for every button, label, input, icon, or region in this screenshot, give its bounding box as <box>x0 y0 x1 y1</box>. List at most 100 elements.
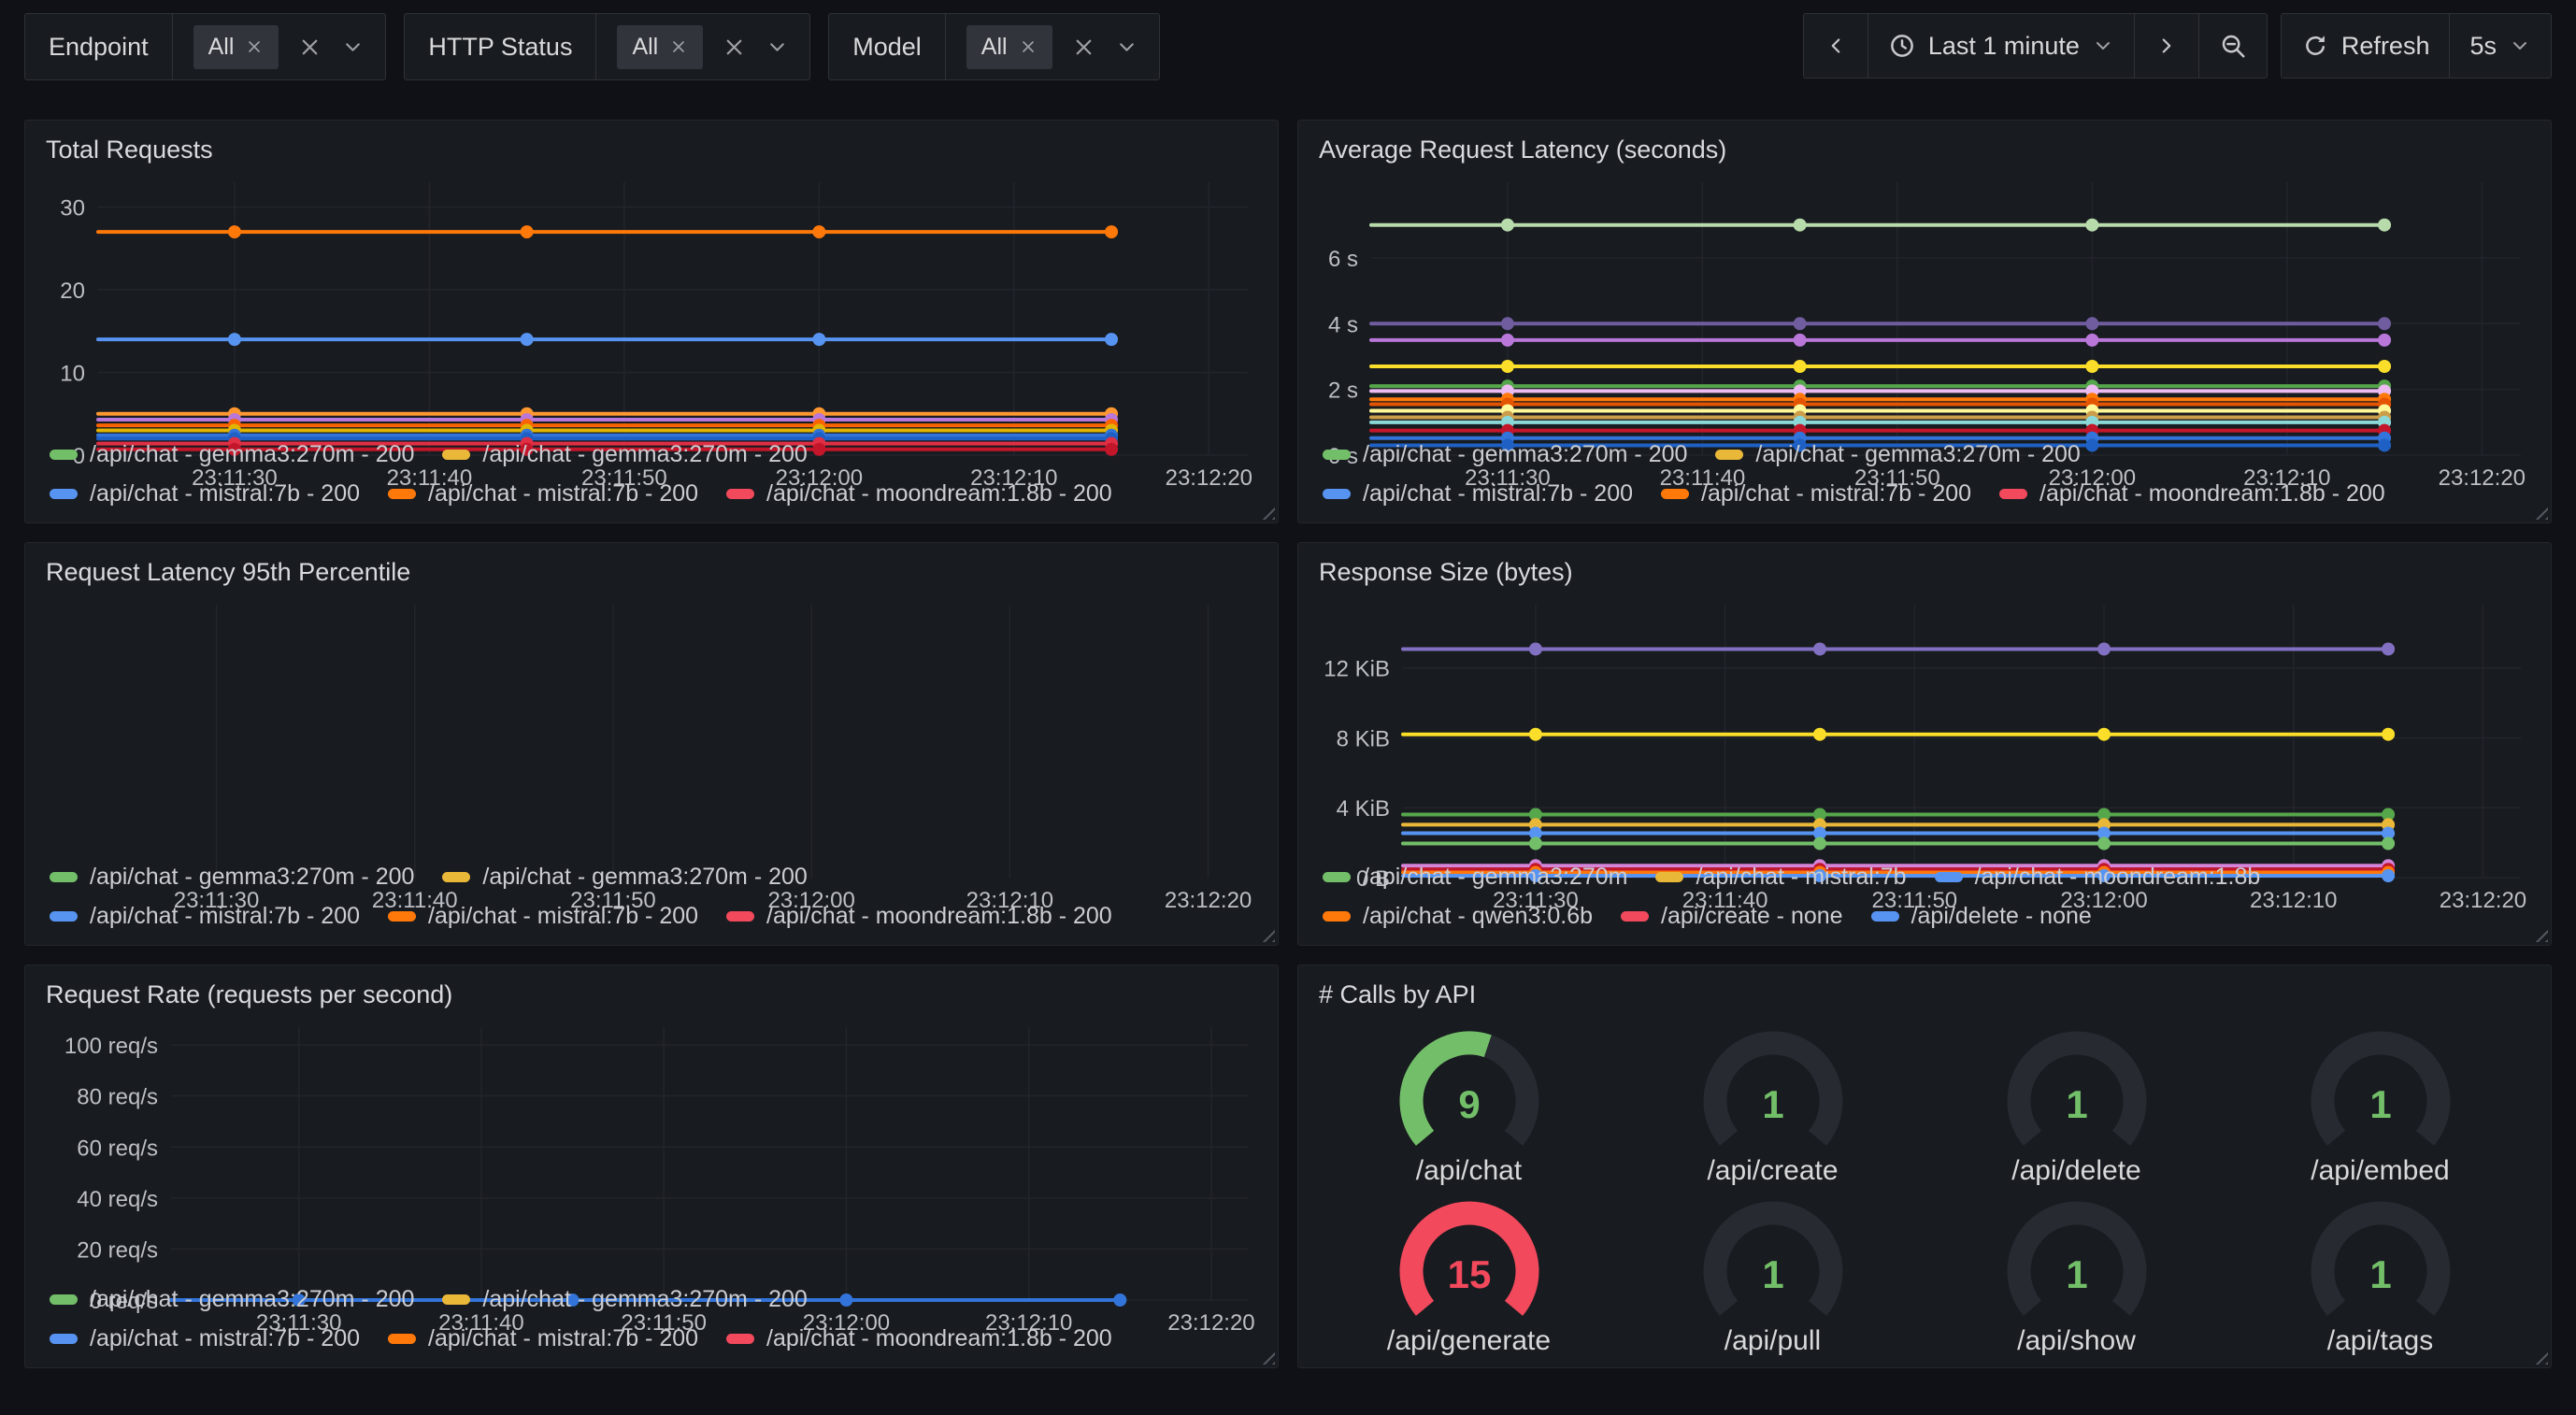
filter-label: Model <box>829 14 946 79</box>
time-back-button[interactable] <box>1804 14 1868 78</box>
legend-marker <box>388 489 416 499</box>
legend-row: /api/chat - gemma3:270m /api/chat - mist… <box>1323 864 2526 891</box>
legend-item[interactable]: /api/chat - moondream:1.8b - 200 <box>1999 480 2385 507</box>
clear-icon[interactable] <box>722 35 747 60</box>
legend-item[interactable]: /api/chat - mistral:7b - 200 <box>50 903 360 930</box>
legend-item[interactable]: /api/chat - mistral:7b - 200 <box>50 1325 360 1352</box>
gauge-arc: 15 <box>1376 1189 1563 1325</box>
chip-remove-icon[interactable] <box>1019 37 1038 56</box>
filter-chip[interactable]: All <box>193 25 279 69</box>
panel-title[interactable]: Response Size (bytes) <box>1317 549 2532 592</box>
legend-item[interactable]: /api/chat - moondream:1.8b - 200 <box>726 480 1112 507</box>
panel-title[interactable]: Total Requests <box>44 126 1259 169</box>
clear-icon[interactable] <box>297 35 322 60</box>
svg-text:4 s: 4 s <box>1328 312 1358 337</box>
svg-text:30: 30 <box>60 196 85 222</box>
legend-item[interactable]: /api/chat - mistral:7b - 200 <box>388 903 698 930</box>
svg-text:12 KiB: 12 KiB <box>1324 657 1390 682</box>
chip-remove-icon[interactable] <box>245 37 264 56</box>
legend-marker <box>50 1334 78 1344</box>
chevron-right-icon <box>2154 34 2179 58</box>
legend-item[interactable]: /api/chat - mistral:7b - 200 <box>388 1325 698 1352</box>
legend-item[interactable]: /api/chat - gemma3:270m <box>1323 864 1627 891</box>
chip-remove-icon[interactable] <box>669 37 688 56</box>
legend: /api/chat - gemma3:270m - 200 /api/chat … <box>44 430 1259 513</box>
legend-marker <box>726 489 754 499</box>
chart-canvas[interactable]: 23:11:3023:11:4023:11:5023:12:0023:12:10… <box>44 169 1259 430</box>
chevron-down-icon[interactable] <box>766 36 789 59</box>
panel-calls-by-api: # Calls by API 9 /api/chat 1 /api/create… <box>1297 965 2552 1368</box>
legend-item[interactable]: /api/chat - gemma3:270m - 200 <box>50 1286 414 1313</box>
panel-title[interactable]: Average Request Latency (seconds) <box>1317 126 2532 169</box>
legend-label: /api/chat - gemma3:270m - 200 <box>1363 441 1687 468</box>
legend-item[interactable]: /api/delete - none <box>1871 903 2092 930</box>
time-range-button[interactable]: Last 1 minute <box>1868 14 2134 78</box>
gauge: 1 /api/show <box>1983 1189 2170 1357</box>
legend-item[interactable]: /api/chat - moondream:1.8b <box>1935 864 2261 891</box>
legend-label: /api/chat - gemma3:270m - 200 <box>90 864 414 891</box>
panel-title[interactable]: Request Rate (requests per second) <box>44 971 1259 1014</box>
variable-filter[interactable]: HTTP Status All <box>404 13 810 80</box>
legend-item[interactable]: /api/chat - gemma3:270m - 200 <box>50 441 414 468</box>
variable-filter[interactable]: Model All <box>828 13 1159 80</box>
gauge: 1 /api/delete <box>1983 1019 2170 1187</box>
time-forward-button[interactable] <box>2134 14 2198 78</box>
legend-item[interactable]: /api/create - none <box>1621 903 1843 930</box>
filter-value[interactable]: All <box>173 14 386 79</box>
gauge-arc: 1 <box>2287 1189 2474 1325</box>
gauge-label: /api/tags <box>2327 1325 2433 1357</box>
legend-row: /api/chat - mistral:7b - 200 /api/chat -… <box>1323 480 2526 507</box>
legend-label: /api/chat - gemma3:270m - 200 <box>90 1286 414 1313</box>
legend-marker <box>442 1294 470 1305</box>
panel-title[interactable]: Request Latency 95th Percentile <box>44 549 1259 592</box>
legend-row: /api/chat - mistral:7b - 200 /api/chat -… <box>50 480 1253 507</box>
resize-handle[interactable] <box>1256 1346 1275 1365</box>
legend-item[interactable]: /api/chat - gemma3:270m - 200 <box>50 864 414 891</box>
refresh-interval-dropdown[interactable]: 5s <box>2449 14 2551 78</box>
chart-canvas[interactable]: 23:11:3023:11:4023:11:5023:12:0023:12:10… <box>44 592 1259 852</box>
resize-handle[interactable] <box>1256 923 1275 942</box>
variable-filter[interactable]: Endpoint All <box>24 13 386 80</box>
legend-item[interactable]: /api/chat - gemma3:270m - 200 <box>442 1286 807 1313</box>
zoom-out-button[interactable] <box>2198 14 2267 78</box>
resize-handle[interactable] <box>2529 1346 2548 1365</box>
filter-value[interactable]: All <box>596 14 809 79</box>
chevron-left-icon <box>1824 34 1848 58</box>
legend-item[interactable]: /api/chat - gemma3:270m - 200 <box>1323 441 1687 468</box>
legend-item[interactable]: /api/chat - moondream:1.8b - 200 <box>726 903 1112 930</box>
filter-chip[interactable]: All <box>966 25 1052 69</box>
chart-canvas[interactable]: 23:11:3023:11:4023:11:5023:12:0023:12:10… <box>1317 592 2532 852</box>
resize-handle[interactable] <box>1256 501 1275 520</box>
panel-title[interactable]: # Calls by API <box>1317 971 2532 1014</box>
gauge-label: /api/create <box>1707 1155 1838 1187</box>
chart-canvas[interactable]: 23:11:3023:11:4023:11:5023:12:0023:12:10… <box>44 1014 1259 1275</box>
legend-item[interactable]: /api/chat - mistral:7b - 200 <box>50 480 360 507</box>
filter-chip[interactable]: All <box>617 25 703 69</box>
legend-marker <box>388 1334 416 1344</box>
gauge-value: 1 <box>2369 1252 2391 1296</box>
legend-item[interactable]: /api/chat - mistral:7b - 200 <box>1661 480 1971 507</box>
legend-item[interactable]: /api/chat - moondream:1.8b - 200 <box>726 1325 1112 1352</box>
legend-item[interactable]: /api/chat - mistral:7b <box>1655 864 1906 891</box>
resize-handle[interactable] <box>2529 501 2548 520</box>
legend-item[interactable]: /api/chat - gemma3:270m - 200 <box>1715 441 2080 468</box>
legend-item[interactable]: /api/chat - mistral:7b - 200 <box>388 480 698 507</box>
refresh-button[interactable]: Refresh <box>2282 14 2450 78</box>
legend-marker <box>1621 911 1649 922</box>
svg-text:10: 10 <box>60 362 85 387</box>
clear-icon[interactable] <box>1071 35 1096 60</box>
time-picker-group: Last 1 minute <box>1803 13 2268 79</box>
legend-item[interactable]: /api/chat - mistral:7b - 200 <box>1323 480 1633 507</box>
panel-grid: Total Requests 23:11:3023:11:4023:11:502… <box>24 120 2552 1368</box>
legend-label: /api/chat - moondream:1.8b <box>1975 864 2261 891</box>
legend-item[interactable]: /api/chat - qwen3:0.6b <box>1323 903 1593 930</box>
chevron-down-icon[interactable] <box>341 36 365 59</box>
legend-item[interactable]: /api/chat - gemma3:270m - 200 <box>442 864 807 891</box>
filter-value[interactable]: All <box>946 14 1159 79</box>
resize-handle[interactable] <box>2529 923 2548 942</box>
chevron-down-icon[interactable] <box>1115 36 1138 59</box>
chart-canvas[interactable]: 23:11:3023:11:4023:11:5023:12:0023:12:10… <box>1317 169 2532 430</box>
legend-item[interactable]: /api/chat - gemma3:270m - 200 <box>442 441 807 468</box>
svg-text:6 s: 6 s <box>1328 247 1358 272</box>
gauge-arc: 1 <box>1983 1189 2170 1325</box>
